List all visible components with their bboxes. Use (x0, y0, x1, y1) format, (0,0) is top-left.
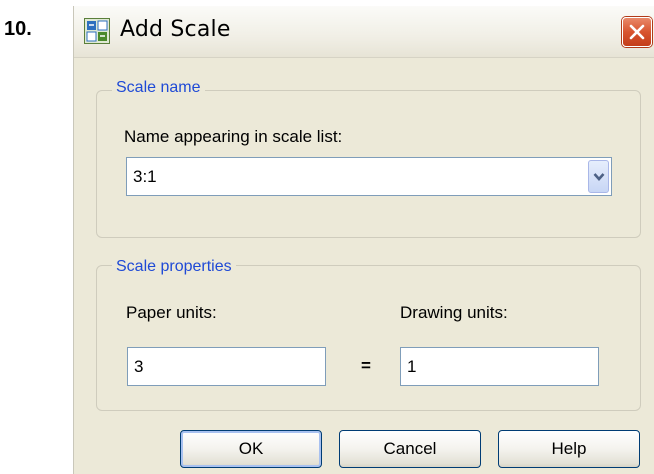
close-button[interactable] (622, 17, 652, 47)
title-bar[interactable]: Add Scale (74, 6, 654, 58)
autocad-scale-icon (84, 18, 110, 44)
paper-units-label: Paper units: (126, 303, 217, 322)
paper-units-value: 3 (134, 357, 144, 376)
equals-sign: = (361, 356, 371, 375)
scale-name-legend: Scale name (112, 79, 205, 97)
ok-button[interactable]: OK (180, 430, 322, 468)
step-number: 10. (4, 18, 32, 40)
scale-properties-group (96, 265, 641, 411)
add-scale-dialog: Add Scale Scale name Name appearing in s… (73, 6, 654, 474)
drawing-units-input[interactable]: 1 (400, 347, 599, 386)
drawing-units-label: Drawing units: (400, 303, 508, 322)
paper-units-input[interactable]: 3 (127, 347, 326, 386)
scale-name-value: 3:1 (133, 167, 157, 186)
dialog-title: Add Scale (120, 17, 231, 42)
cancel-button[interactable]: Cancel (339, 430, 481, 468)
name-list-label: Name appearing in scale list: (124, 127, 343, 146)
dropdown-button[interactable] (588, 160, 609, 193)
scale-name-combobox[interactable]: 3:1 (126, 157, 612, 196)
scale-properties-legend: Scale properties (112, 258, 236, 276)
help-button[interactable]: Help (498, 430, 640, 468)
drawing-units-value: 1 (407, 357, 417, 376)
